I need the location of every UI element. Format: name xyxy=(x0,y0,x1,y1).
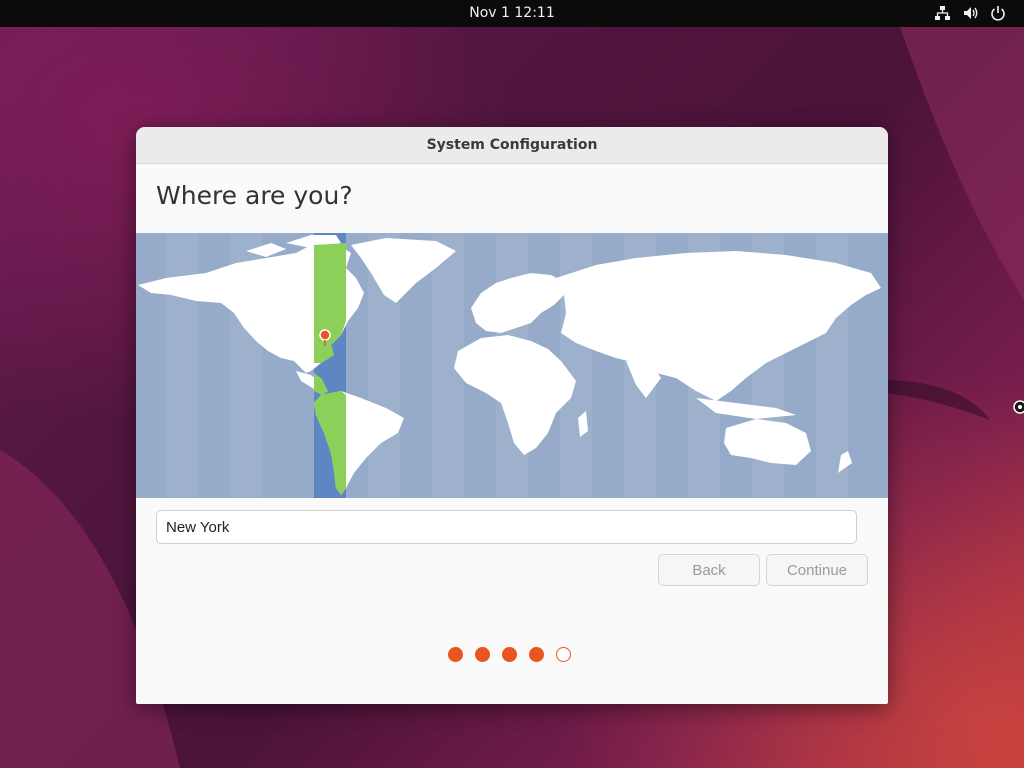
dialog-title: System Configuration xyxy=(136,127,888,164)
progress-dot xyxy=(529,647,544,662)
timezone-map[interactable] xyxy=(136,233,888,498)
clock[interactable]: Nov 1 12:11 xyxy=(0,0,1024,27)
progress-dot xyxy=(448,647,463,662)
back-button[interactable]: Back xyxy=(658,554,760,586)
page-heading: Where are you? xyxy=(156,181,353,210)
progress-dot xyxy=(556,647,571,662)
network-icon[interactable] xyxy=(933,4,951,22)
mouse-cursor xyxy=(1013,400,1024,414)
progress-indicator xyxy=(448,647,588,663)
timezone-input[interactable] xyxy=(156,510,857,544)
volume-icon[interactable] xyxy=(962,4,980,22)
progress-dot xyxy=(502,647,517,662)
power-icon[interactable] xyxy=(989,4,1007,22)
top-bar: Nov 1 12:11 xyxy=(0,0,1024,27)
progress-dot xyxy=(475,647,490,662)
continue-button[interactable]: Continue xyxy=(766,554,868,586)
system-configuration-dialog: System Configuration Where are you? New … xyxy=(136,127,888,704)
